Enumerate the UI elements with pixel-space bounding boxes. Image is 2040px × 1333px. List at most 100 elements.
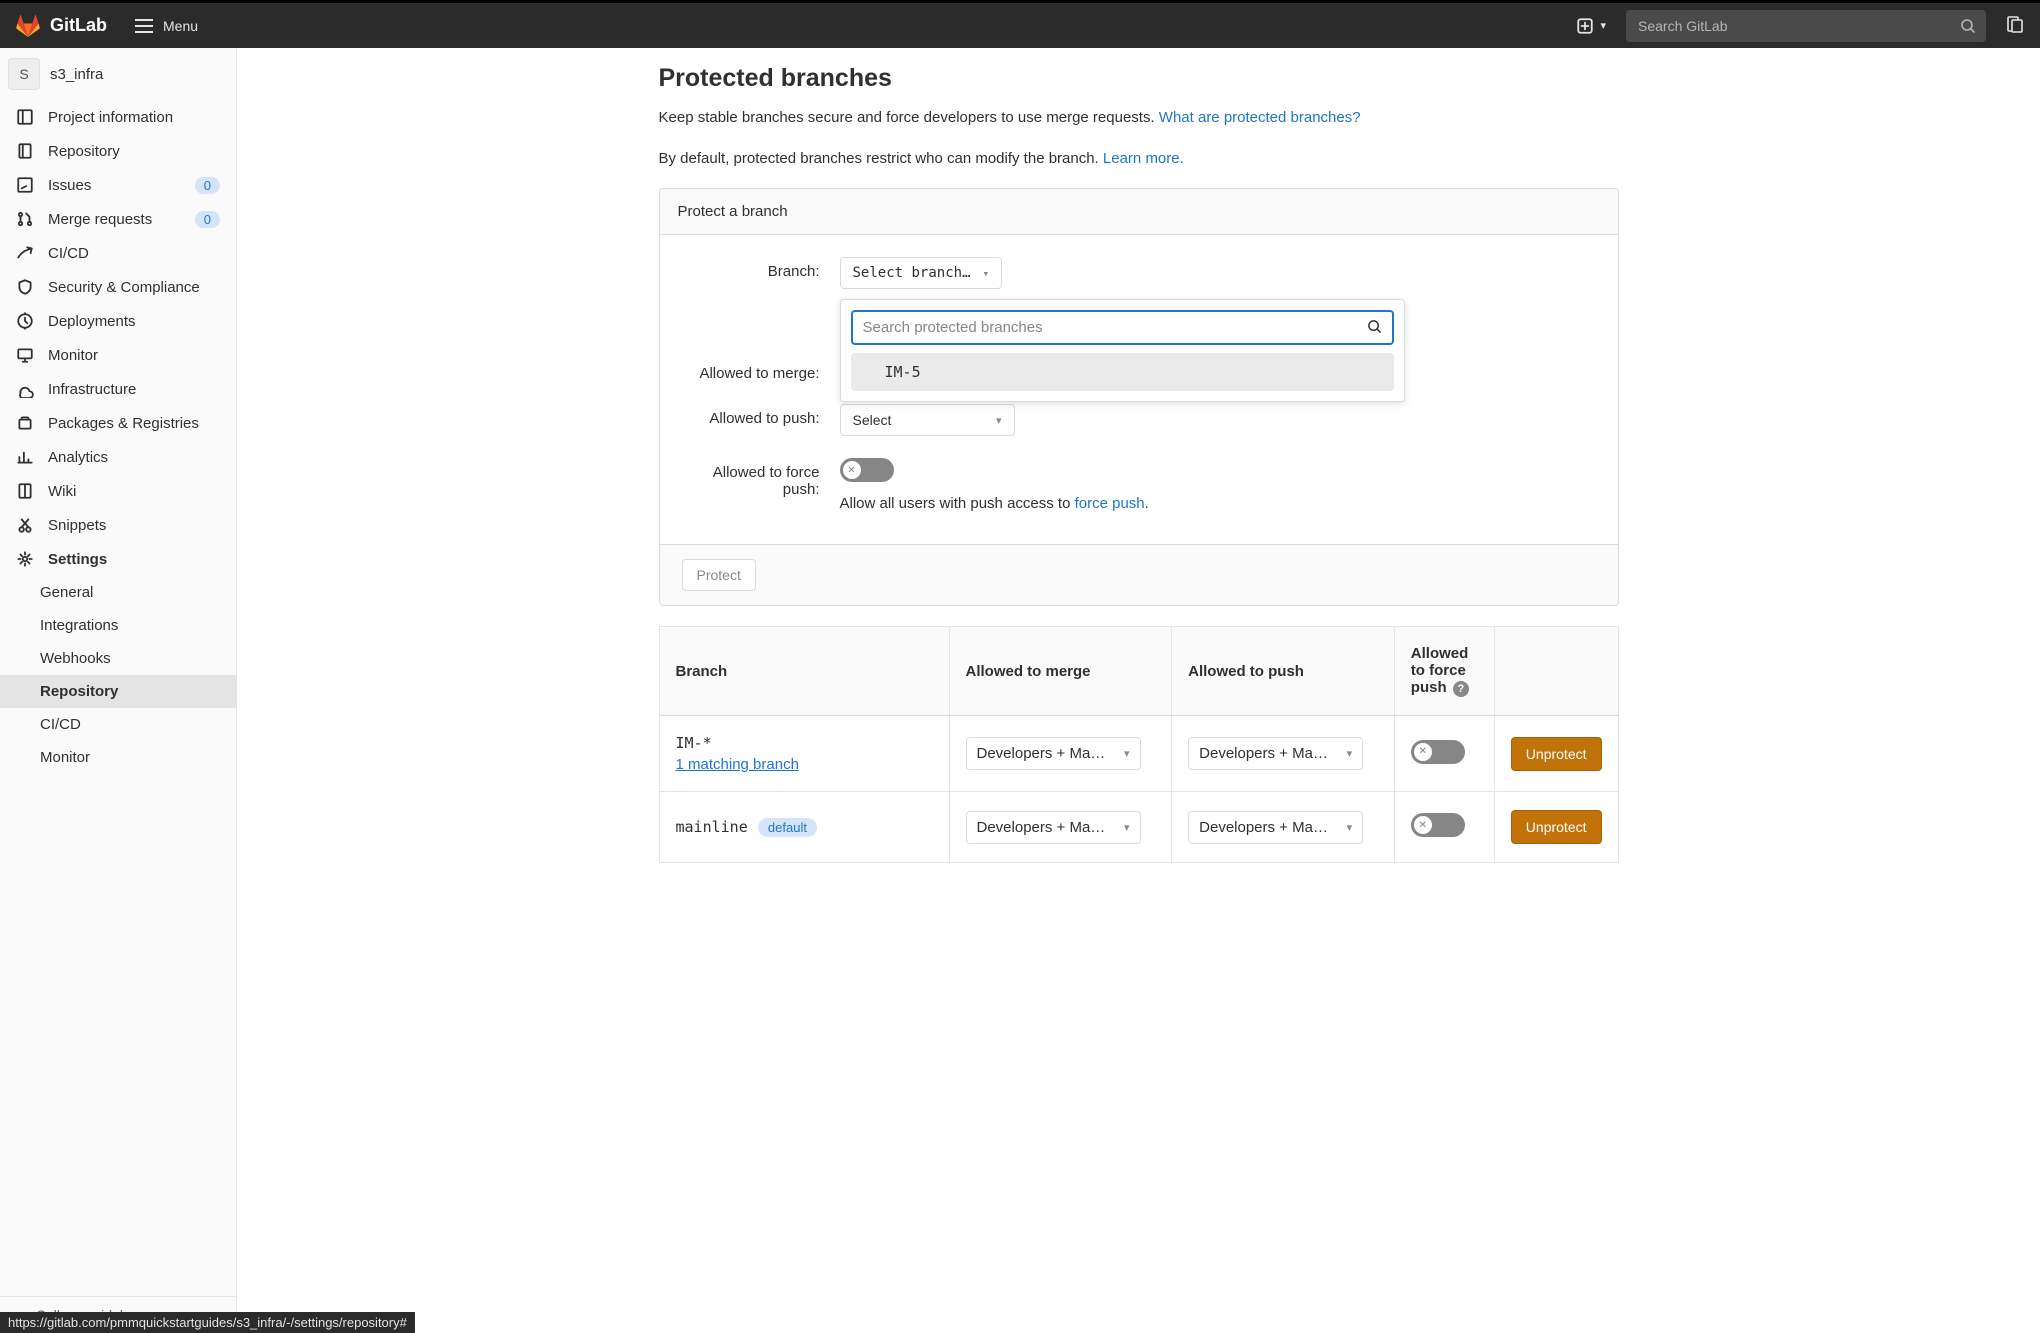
th-branch: Branch (659, 627, 949, 716)
branch-option[interactable]: IM-5 (851, 353, 1394, 391)
chevron-down-icon: ▾ (983, 267, 990, 280)
settings-sub-cicd[interactable]: CI/CD (0, 708, 236, 741)
table-row: mainline default Developers + Ma…▾ Devel… (659, 792, 1618, 863)
th-force: Allowed to force push ? (1394, 627, 1494, 716)
monitor-icon (16, 346, 34, 364)
learn-more-link[interactable]: Learn more. (1103, 150, 1184, 167)
project-name: s3_infra (50, 66, 103, 83)
mr-count-badge: 0 (195, 211, 220, 228)
sidebar-item-wiki[interactable]: Wiki (0, 474, 236, 508)
protected-branches-table: Branch Allowed to merge Allowed to push … (659, 626, 1619, 863)
default-badge: default (758, 818, 817, 837)
row-force-toggle[interactable]: ✕ (1411, 740, 1465, 764)
gear-icon (16, 550, 34, 568)
sidebar-item-monitor[interactable]: Monitor (0, 338, 236, 372)
sidebar-item-merge-requests[interactable]: Merge requests 0 (0, 202, 236, 236)
what-are-protected-link[interactable]: What are protected branches? (1159, 109, 1361, 126)
new-dropdown[interactable]: ▾ (1576, 17, 1606, 35)
chevron-down-icon: ▾ (1347, 747, 1353, 760)
close-icon: ✕ (1414, 816, 1432, 834)
branch-select[interactable]: Select branch… ▾ (840, 257, 1003, 289)
todos-icon[interactable] (2006, 15, 2024, 36)
force-push-label: Allowed to force push: (680, 458, 840, 512)
chevron-down-icon: ▾ (1124, 747, 1130, 760)
branch-name: IM-* (676, 734, 712, 752)
matching-branch-link[interactable]: 1 matching branch (676, 756, 933, 773)
page-desc-2: By default, protected branches restrict … (659, 148, 1619, 171)
force-push-link[interactable]: force push (1075, 495, 1145, 512)
snippets-icon (16, 516, 34, 534)
sidebar-item-deployments[interactable]: Deployments (0, 304, 236, 338)
table-row: IM-* 1 matching branch Developers + Ma…▾… (659, 716, 1618, 792)
settings-sub-repository[interactable]: Repository (0, 675, 236, 708)
project-info-icon (16, 108, 34, 126)
chevron-down-icon: ▾ (1600, 19, 1606, 32)
search-icon (1367, 319, 1382, 337)
row-push-select[interactable]: Developers + Ma…▾ (1188, 811, 1363, 844)
deployments-icon (16, 312, 34, 330)
top-navbar: GitLab Menu ▾ (0, 0, 2040, 48)
menu-label: Menu (163, 18, 198, 34)
row-force-toggle[interactable]: ✕ (1411, 813, 1465, 837)
shield-icon (16, 278, 34, 296)
sidebar-item-project-info[interactable]: Project information (0, 100, 236, 134)
project-header[interactable]: S s3_infra (0, 48, 236, 100)
settings-sub-integrations[interactable]: Integrations (0, 609, 236, 642)
issues-count-badge: 0 (195, 177, 220, 194)
menu-button[interactable]: Menu (135, 18, 198, 34)
plus-square-icon (1576, 17, 1594, 35)
product-name: GitLab (50, 15, 107, 36)
sidebar-item-cicd[interactable]: CI/CD (0, 236, 236, 270)
branch-dropdown: IM-5 (840, 299, 1405, 402)
row-push-select[interactable]: Developers + Ma…▾ (1188, 737, 1363, 770)
settings-sub-general[interactable]: General (0, 576, 236, 609)
sidebar-item-analytics[interactable]: Analytics (0, 440, 236, 474)
hamburger-icon (135, 19, 153, 33)
analytics-icon (16, 448, 34, 466)
protect-branch-panel: Protect a branch Branch: Select branch… … (659, 188, 1619, 606)
sidebar-item-issues[interactable]: Issues 0 (0, 168, 236, 202)
th-actions (1494, 627, 1618, 716)
cicd-icon (16, 244, 34, 262)
page-desc-1: Keep stable branches secure and force de… (659, 107, 1619, 130)
status-bar-url: https://gitlab.com/pmmquickstartguides/s… (0, 1312, 415, 1333)
sidebar-item-infrastructure[interactable]: Infrastructure (0, 372, 236, 406)
sidebar-item-snippets[interactable]: Snippets (0, 508, 236, 542)
sidebar-item-security[interactable]: Security & Compliance (0, 270, 236, 304)
packages-icon (16, 414, 34, 432)
sidebar-item-settings[interactable]: Settings (0, 542, 236, 576)
sidebar: S s3_infra Project information Repositor… (0, 48, 237, 1333)
logo[interactable]: GitLab (16, 14, 107, 38)
chevron-down-icon: ▾ (1347, 821, 1353, 834)
settings-sub-monitor[interactable]: Monitor (0, 741, 236, 774)
push-select[interactable]: Select ▾ (840, 404, 1015, 436)
unprotect-button[interactable]: Unprotect (1511, 737, 1602, 771)
search-icon (1960, 18, 1976, 37)
force-push-toggle[interactable]: ✕ (840, 458, 894, 482)
gitlab-logo-icon (16, 14, 40, 38)
th-push: Allowed to push (1172, 627, 1395, 716)
force-push-help: Allow all users with push access to forc… (840, 495, 1598, 512)
chevron-down-icon: ▾ (996, 414, 1002, 427)
settings-sub-webhooks[interactable]: Webhooks (0, 642, 236, 675)
panel-title: Protect a branch (660, 189, 1618, 235)
unprotect-button[interactable]: Unprotect (1511, 810, 1602, 844)
sidebar-nav: Project information Repository Issues 0 … (0, 100, 236, 774)
main-content: Protected branches Keep stable branches … (237, 48, 2040, 1333)
branch-search-input[interactable] (851, 310, 1394, 345)
th-merge: Allowed to merge (949, 627, 1172, 716)
sidebar-item-repository[interactable]: Repository (0, 134, 236, 168)
sidebar-item-packages[interactable]: Packages & Registries (0, 406, 236, 440)
close-icon: ✕ (843, 461, 861, 479)
help-icon[interactable]: ? (1453, 681, 1469, 697)
protect-button[interactable]: Protect (682, 559, 756, 591)
row-merge-select[interactable]: Developers + Ma…▾ (966, 811, 1141, 844)
row-merge-select[interactable]: Developers + Ma…▾ (966, 737, 1141, 770)
infrastructure-icon (16, 380, 34, 398)
push-label: Allowed to push: (680, 404, 840, 436)
merge-label: Allowed to merge: (680, 359, 840, 382)
close-icon: ✕ (1414, 743, 1432, 761)
chevron-down-icon: ▾ (1124, 821, 1130, 834)
search-input[interactable] (1626, 10, 1986, 42)
branch-name: mainline (676, 818, 748, 836)
